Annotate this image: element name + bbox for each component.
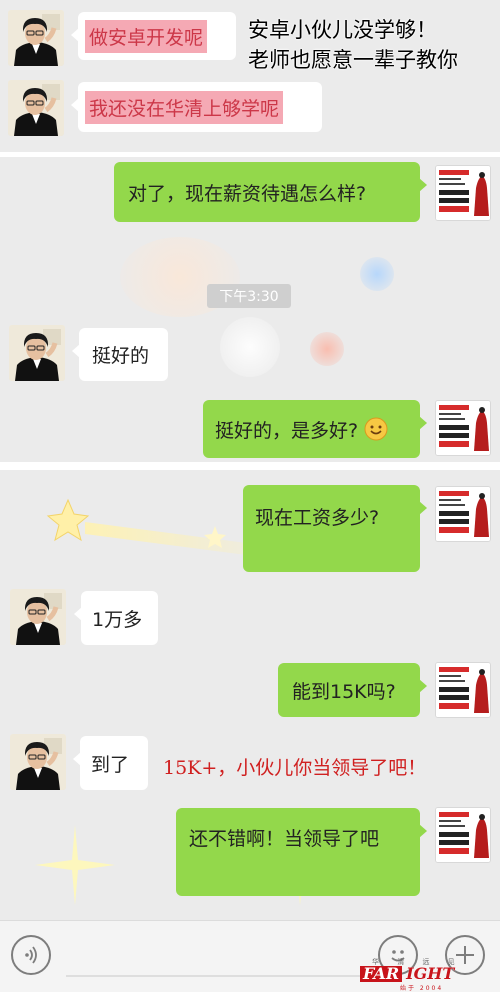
contact-avatar[interactable] bbox=[8, 10, 64, 66]
person-icon bbox=[9, 325, 65, 381]
caption-top-line1: 安卓小伙儿没学够！ bbox=[248, 18, 437, 42]
message-bubble-outgoing[interactable]: 对了，现在薪资待遇怎么样? bbox=[114, 162, 427, 222]
chat-panel-2: 对了，现在薪资待遇怎么样? 下午3:30 挺好的 挺好的，是多好? bbox=[0, 157, 500, 462]
message-bubble-incoming[interactable]: 到了 bbox=[73, 736, 148, 790]
contact-avatar[interactable] bbox=[8, 80, 64, 136]
watermark-brand-right: IGHT bbox=[406, 964, 455, 983]
message-bubble-outgoing[interactable]: 能到15K吗? bbox=[278, 663, 427, 717]
message-text: 现在工资多少? bbox=[255, 507, 380, 529]
message-text: 还不错啊！当领导了吧 bbox=[189, 828, 380, 850]
message-text: 1万多 bbox=[92, 608, 143, 631]
caption-middle: 15K+，小伙儿你当领导了吧！ bbox=[163, 757, 427, 779]
person-icon bbox=[8, 10, 64, 66]
message-bubble-outgoing[interactable]: 现在工资多少? bbox=[243, 485, 427, 572]
message-input[interactable] bbox=[66, 975, 366, 977]
message-bubble-incoming[interactable]: 我还没在华清上够学呢 bbox=[71, 82, 322, 132]
poster-icon bbox=[436, 487, 490, 541]
message-bubble-incoming[interactable]: 做安卓开发呢 bbox=[71, 12, 236, 60]
chat-panel-1: 做安卓开发呢 我还没在华清上够学呢 安卓小伙儿没学够！ 老师也愿意一辈子教你 bbox=[0, 0, 500, 152]
message-text: 对了，现在薪资待遇怎么样? bbox=[128, 182, 367, 205]
message-text: 能到15K吗? bbox=[292, 680, 396, 703]
watermark-brand-left: FAR bbox=[360, 966, 403, 982]
message-text: 挺好的，是多好? bbox=[215, 419, 359, 442]
message-text: 挺好的 bbox=[92, 345, 150, 367]
message-bubble-incoming[interactable]: 1万多 bbox=[74, 591, 158, 645]
voice-icon bbox=[25, 946, 37, 964]
message-text: 我还没在华清上够学呢 bbox=[85, 90, 284, 124]
sparkle-decoration bbox=[35, 825, 115, 905]
person-icon bbox=[10, 734, 66, 790]
caption-top-line2: 老师也愿意一辈子教你 bbox=[248, 48, 458, 72]
self-avatar[interactable] bbox=[435, 165, 491, 221]
smiley-emoji-icon bbox=[364, 417, 388, 441]
contact-avatar[interactable] bbox=[9, 325, 65, 381]
poster-icon bbox=[436, 166, 490, 220]
message-text: 到了 bbox=[91, 753, 130, 776]
timestamp: 下午3:30 bbox=[207, 284, 291, 308]
poster-icon bbox=[436, 663, 490, 717]
person-icon bbox=[8, 80, 64, 136]
contact-avatar[interactable] bbox=[10, 734, 66, 790]
bokeh-light bbox=[220, 317, 280, 377]
poster-icon bbox=[436, 401, 490, 455]
message-bubble-incoming[interactable]: 挺好的 bbox=[72, 328, 168, 381]
message-bubble-outgoing[interactable]: 挺好的，是多好? bbox=[203, 400, 427, 458]
self-avatar[interactable] bbox=[435, 486, 491, 542]
chat-panel-3: 现在工资多少? 1万多 能到15K吗? 到了 15K+，小伙儿你当领导了吧！ 还… bbox=[0, 470, 500, 920]
bokeh-light bbox=[360, 257, 394, 291]
contact-avatar[interactable] bbox=[10, 589, 66, 645]
watermark-logo: 华 清 远 见 FAR IGHT 始于 2004 bbox=[360, 957, 494, 992]
self-avatar[interactable] bbox=[435, 807, 491, 863]
self-avatar[interactable] bbox=[435, 662, 491, 718]
self-avatar[interactable] bbox=[435, 400, 491, 456]
voice-button[interactable] bbox=[11, 935, 51, 975]
person-icon bbox=[10, 589, 66, 645]
chat-input-bar: 华 清 远 见 FAR IGHT 始于 2004 bbox=[0, 920, 500, 992]
bokeh-light bbox=[310, 332, 344, 366]
message-text: 做安卓开发呢 bbox=[85, 19, 208, 53]
message-bubble-outgoing[interactable]: 还不错啊！当领导了吧 bbox=[176, 808, 427, 896]
poster-icon bbox=[436, 808, 490, 862]
